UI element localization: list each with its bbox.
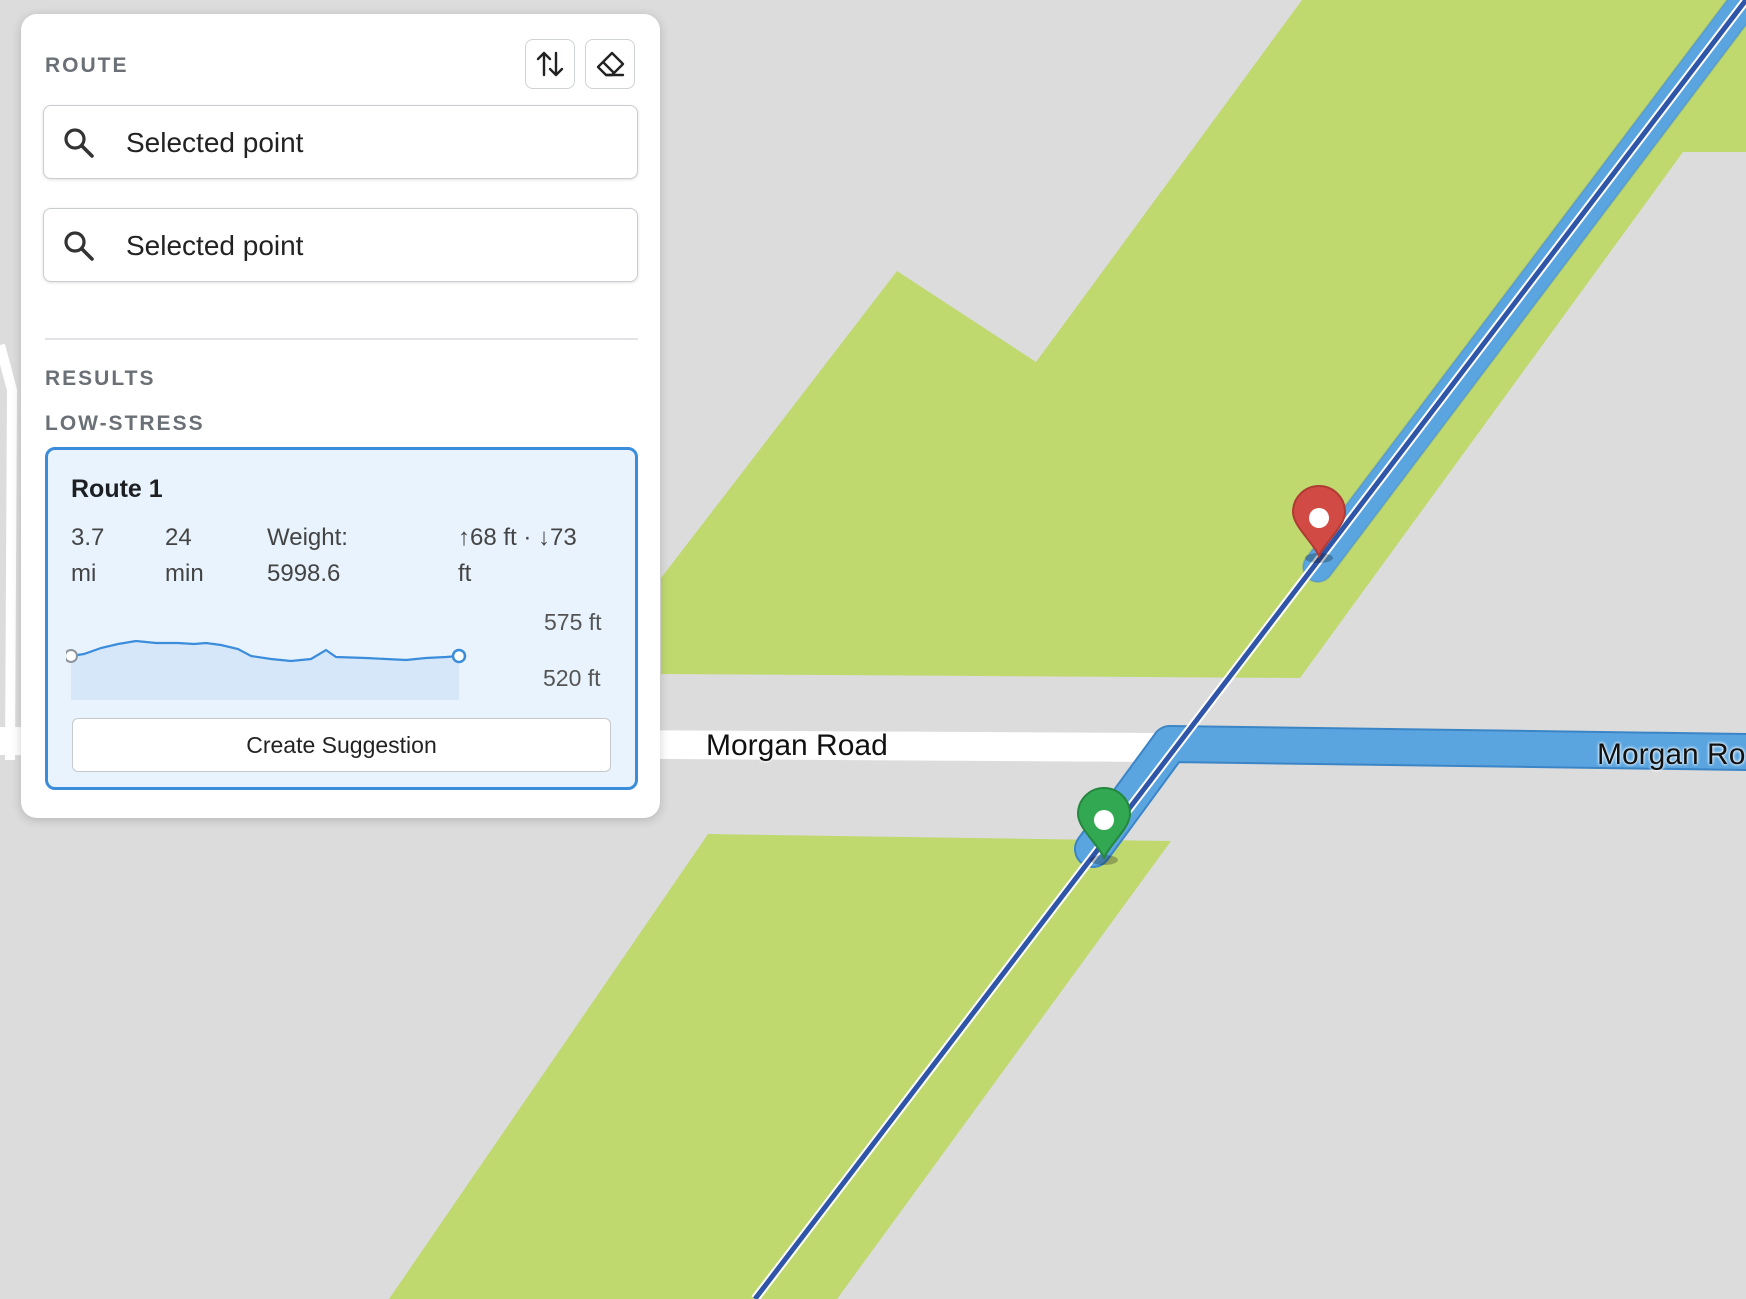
route-title: Route 1: [71, 475, 163, 503]
elevation-min-label: 520 ft: [543, 665, 601, 691]
origin-input[interactable]: [124, 118, 618, 168]
divider: [45, 338, 638, 340]
route-heading: ROUTE: [45, 54, 129, 77]
create-suggestion-button[interactable]: Create Suggestion: [72, 718, 611, 772]
search-icon: [64, 231, 94, 261]
route-result-card[interactable]: Route 1 3.7 mi 24 min Weight: 5998.6 ↑68…: [45, 447, 638, 790]
elevation-max-label: 575 ft: [544, 609, 602, 635]
route-elevation-change: ↑68 ft · ↓73 ft: [458, 520, 577, 592]
clear-route-button[interactable]: [585, 39, 635, 89]
road-label-morgan-road: Morgan Road: [706, 729, 888, 762]
elevation-profile-chart: [66, 639, 467, 700]
route-panel: ROUTE RESULTS LOW-STRESS Route 1: [21, 14, 660, 818]
destination-input[interactable]: [124, 221, 618, 271]
distance-value: 3.7: [71, 524, 105, 551]
time-unit: min: [165, 560, 204, 587]
elevation-start-point: [66, 649, 78, 663]
search-icon: [64, 128, 94, 158]
elevation-end-point: [451, 648, 467, 664]
weight-value: 5998.6: [267, 560, 341, 587]
road-label-morgan-road-east: Morgan Ro: [1597, 738, 1746, 771]
distance-unit: mi: [71, 560, 97, 587]
results-heading: RESULTS: [45, 367, 156, 390]
elevation-area: [71, 641, 459, 700]
destination-field[interactable]: [43, 208, 638, 282]
origin-field[interactable]: [43, 105, 638, 179]
swap-route-button[interactable]: [525, 39, 575, 89]
time-value: 24: [165, 524, 192, 551]
low-stress-heading: LOW-STRESS: [45, 412, 205, 435]
weight-label: Weight:: [267, 524, 348, 551]
elevation-line-1: ↑68 ft · ↓73: [458, 524, 577, 551]
elevation-line-2: ft: [458, 560, 472, 587]
route-duration: 24 min: [165, 520, 204, 592]
route-distance: 3.7 mi: [71, 520, 104, 592]
route-weight: Weight: 5998.6: [267, 520, 348, 592]
swap-icon: [536, 51, 564, 77]
eraser-icon: [596, 51, 625, 77]
